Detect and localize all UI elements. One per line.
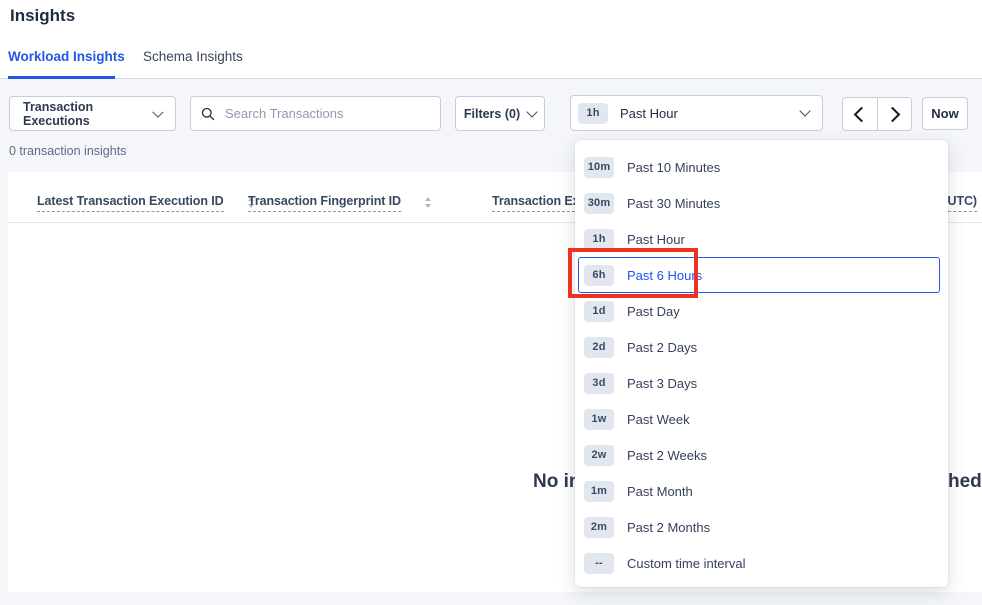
time-interval-option-label: Past 3 Days: [627, 376, 697, 391]
time-interval-option-label: Past 2 Months: [627, 520, 710, 535]
time-interval-option-label: Past 30 Minutes: [627, 196, 720, 211]
time-interval-option[interactable]: 1w Past Week: [578, 401, 940, 437]
time-interval-badge: 1h: [578, 103, 608, 124]
chevron-right-icon: [884, 106, 900, 122]
empty-state-text-right: hed.: [948, 471, 982, 493]
time-interval-dropdown-trigger[interactable]: 1h Past Hour: [570, 95, 823, 131]
column-header-latest-transaction-execution-id: Latest Transaction Execution ID: [37, 194, 254, 212]
search-box[interactable]: [190, 96, 441, 131]
column-header-transaction-execution: Transaction Ex: [492, 194, 580, 212]
time-interval-option-badge: 2d: [584, 337, 614, 358]
column-header-label: UTC): [948, 194, 977, 212]
column-header-label: Latest Transaction Execution ID: [37, 194, 224, 212]
chevron-down-icon: [799, 105, 810, 116]
time-interval-option[interactable]: 1h Past Hour: [578, 221, 940, 257]
time-interval-option[interactable]: 2d Past 2 Days: [578, 329, 940, 365]
insights-count-summary: 0 transaction insights: [9, 144, 126, 158]
filters-dropdown[interactable]: Filters (0): [455, 96, 545, 131]
now-button[interactable]: Now: [922, 97, 968, 130]
time-interval-option-label: Past 2 Weeks: [627, 448, 707, 463]
time-interval-option-badge: 10m: [584, 157, 614, 178]
time-range-prev-button[interactable]: [843, 98, 877, 130]
transaction-type-label: Transaction Executions: [23, 100, 154, 128]
chevron-left-icon: [854, 106, 870, 122]
sort-icon[interactable]: [425, 197, 431, 208]
page-header: Insights Workload Insights Schema Insigh…: [0, 0, 982, 79]
time-interval-option-label: Custom time interval: [627, 556, 745, 571]
time-interval-option[interactable]: 1d Past Day: [578, 293, 940, 329]
time-interval-option-label: Past Month: [627, 484, 693, 499]
time-interval-option-label: Past Hour: [627, 232, 685, 247]
time-interval-option-label: Past Day: [627, 304, 680, 319]
time-interval-option-badge: --: [584, 553, 614, 574]
time-interval-option[interactable]: 30m Past 30 Minutes: [578, 185, 940, 221]
time-range-next-button[interactable]: [877, 98, 912, 130]
time-interval-dropdown-menu: 10m Past 10 Minutes 30m Past 30 Minutes …: [575, 140, 948, 587]
time-interval-option-badge: 1h: [584, 229, 614, 250]
time-interval-option-label: Past 10 Minutes: [627, 160, 720, 175]
empty-state-text-left: No in: [533, 471, 581, 493]
filters-label: Filters (0): [464, 107, 520, 121]
time-interval-option-badge: 3d: [584, 373, 614, 394]
time-interval-option[interactable]: -- Custom time interval: [578, 545, 940, 581]
search-icon: [201, 107, 215, 121]
time-interval-option[interactable]: 6h Past 6 Hours: [578, 257, 940, 293]
page-title: Insights: [10, 6, 75, 26]
time-interval-option[interactable]: 10m Past 10 Minutes: [578, 149, 940, 185]
transaction-type-dropdown[interactable]: Transaction Executions: [9, 96, 176, 131]
search-input[interactable]: [223, 105, 430, 122]
time-interval-option-badge: 30m: [584, 193, 614, 214]
chevron-down-icon: [526, 106, 537, 117]
time-interval-option-label: Past Week: [627, 412, 690, 427]
time-interval-option[interactable]: 2w Past 2 Weeks: [578, 437, 940, 473]
time-interval-option[interactable]: 3d Past 3 Days: [578, 365, 940, 401]
time-interval-label: Past Hour: [620, 106, 678, 121]
time-interval-option-label: Past 6 Hours: [627, 268, 702, 283]
tab-schema-insights[interactable]: Schema Insights: [143, 49, 243, 64]
column-header-transaction-fingerprint-id: Transaction Fingerprint ID: [248, 194, 431, 212]
time-interval-option-badge: 2m: [584, 517, 614, 538]
active-tab-underline: [8, 76, 115, 79]
time-interval-option-badge: 1d: [584, 301, 614, 322]
time-interval-option[interactable]: 2m Past 2 Months: [578, 509, 940, 545]
time-interval-option-badge: 6h: [584, 265, 614, 286]
column-header-label: Transaction Ex: [492, 194, 580, 212]
column-header-time-utc: UTC): [948, 194, 977, 212]
time-interval-option-badge: 2w: [584, 445, 614, 466]
time-interval-option-badge: 1w: [584, 409, 614, 430]
time-range-nav-group: [842, 97, 912, 131]
column-header-label: Transaction Fingerprint ID: [248, 194, 401, 212]
tab-workload-insights[interactable]: Workload Insights: [8, 49, 125, 64]
time-interval-option[interactable]: 1m Past Month: [578, 473, 940, 509]
time-interval-option-label: Past 2 Days: [627, 340, 697, 355]
time-interval-option-badge: 1m: [584, 481, 614, 502]
